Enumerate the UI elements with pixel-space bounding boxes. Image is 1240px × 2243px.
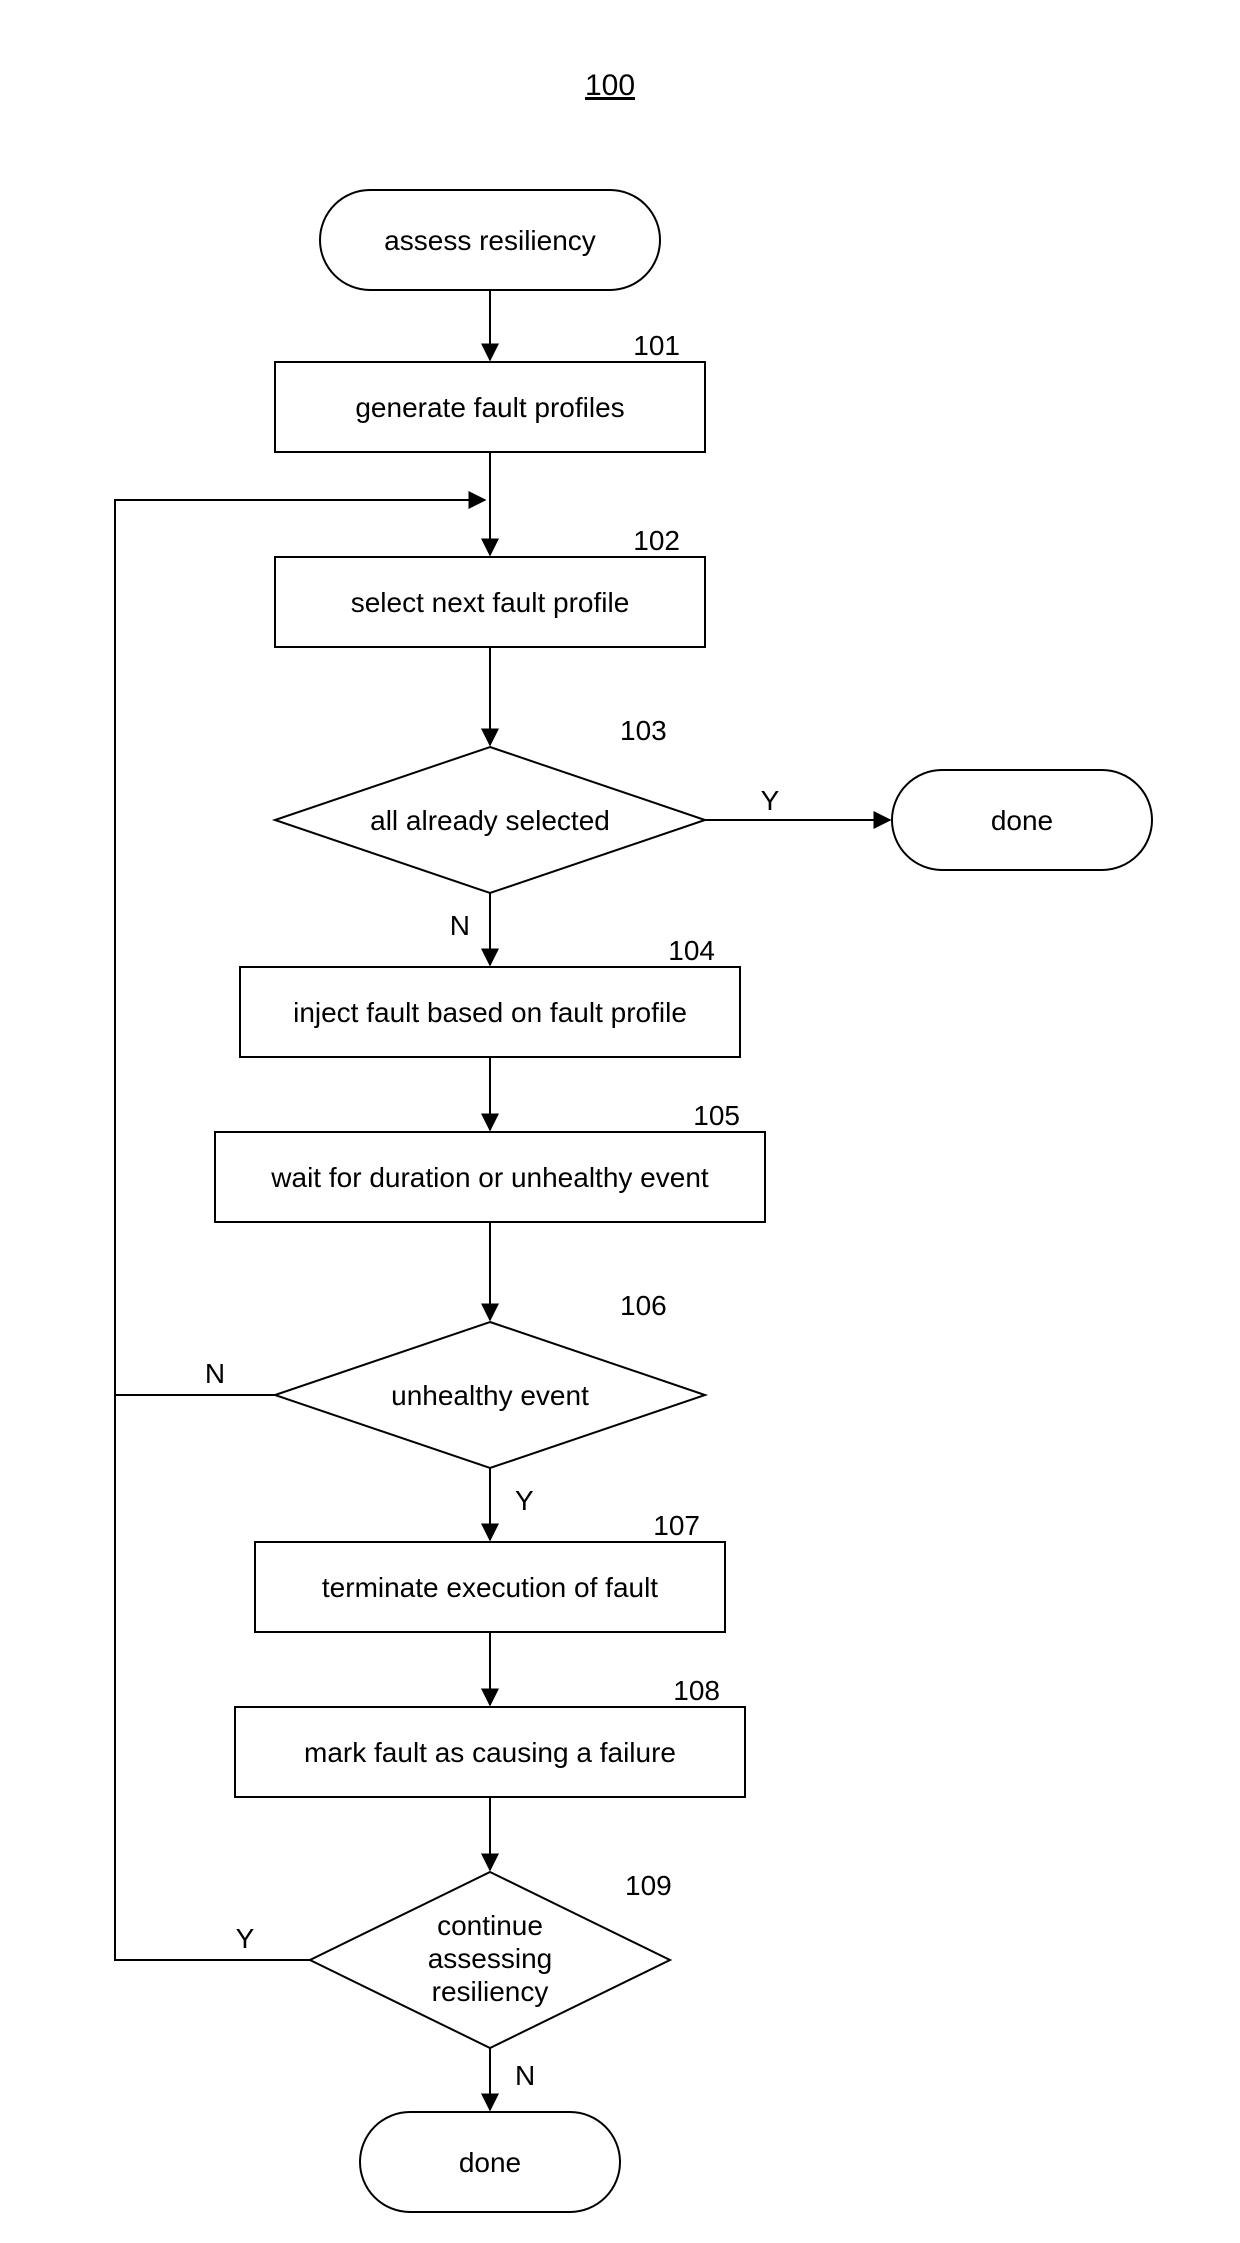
connector-loop-109 bbox=[115, 1395, 310, 1960]
edge-109-no: N bbox=[515, 2060, 535, 2091]
decision-103-label: all already selected bbox=[370, 805, 610, 836]
edge-106-no: N bbox=[205, 1358, 225, 1389]
edge-103-no: N bbox=[450, 910, 470, 941]
terminator-end-label: done bbox=[459, 2147, 521, 2178]
process-101-label: generate fault profiles bbox=[355, 392, 624, 423]
edge-109-yes: Y bbox=[236, 1923, 255, 1954]
decision-109-label-3: resiliency bbox=[432, 1976, 549, 2007]
ref-103: 103 bbox=[620, 715, 667, 746]
edge-103-yes: Y bbox=[761, 785, 780, 816]
ref-102: 102 bbox=[633, 525, 680, 556]
ref-108: 108 bbox=[673, 1675, 720, 1706]
ref-107: 107 bbox=[653, 1510, 700, 1541]
terminator-done-103-label: done bbox=[991, 805, 1053, 836]
process-107-label: terminate execution of fault bbox=[322, 1572, 658, 1603]
connector-loop-106 bbox=[115, 500, 485, 1395]
ref-106: 106 bbox=[620, 1290, 667, 1321]
ref-104: 104 bbox=[668, 935, 715, 966]
process-105-label: wait for duration or unhealthy event bbox=[270, 1162, 709, 1193]
terminator-start-label: assess resiliency bbox=[384, 225, 596, 256]
ref-109: 109 bbox=[625, 1870, 672, 1901]
decision-109-label-2: assessing bbox=[428, 1943, 553, 1974]
ref-101: 101 bbox=[633, 330, 680, 361]
ref-105: 105 bbox=[693, 1100, 740, 1131]
flowchart-diagram: 100 assess resiliency 101 generate fault… bbox=[0, 0, 1240, 2243]
process-104-label: inject fault based on fault profile bbox=[293, 997, 687, 1028]
process-108-label: mark fault as causing a failure bbox=[304, 1737, 676, 1768]
figure-number: 100 bbox=[585, 69, 635, 102]
process-102-label: select next fault profile bbox=[351, 587, 630, 618]
edge-106-yes: Y bbox=[515, 1485, 534, 1516]
decision-109-label-1: continue bbox=[437, 1910, 543, 1941]
decision-106-label: unhealthy event bbox=[391, 1380, 589, 1411]
